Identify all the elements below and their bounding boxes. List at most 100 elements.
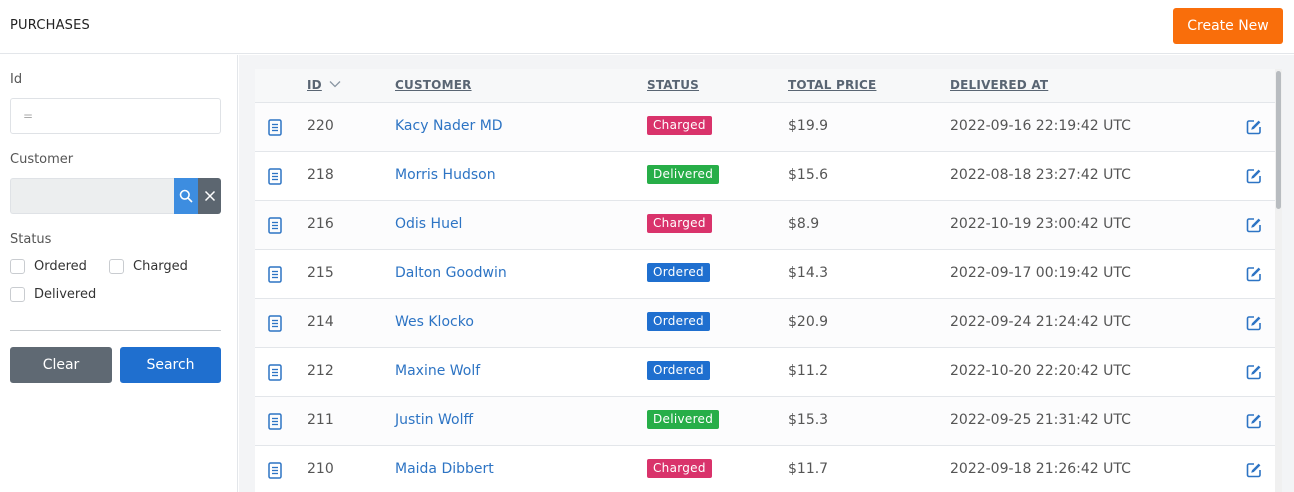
edit-icon[interactable]	[1246, 462, 1262, 482]
cell-total-price: $19.9	[788, 118, 829, 134]
checkbox-box[interactable]	[109, 259, 124, 274]
document-icon[interactable]	[268, 364, 282, 385]
document-icon[interactable]	[268, 315, 282, 336]
cell-id: 218	[307, 167, 334, 183]
status-filter-label: Status	[10, 232, 52, 247]
cell-delivered-at: 2022-09-16 22:19:42 UTC	[950, 118, 1131, 134]
checkbox-label: Ordered	[34, 259, 87, 274]
close-icon	[204, 190, 215, 202]
customer-filter-input[interactable]	[10, 178, 174, 214]
table-row[interactable]: 211 Justin Wolff Delivered $15.3 2022-09-25 …	[255, 397, 1275, 446]
document-icon[interactable]	[268, 217, 282, 238]
column-header-delivered-at[interactable]: DELIVERED AT	[950, 78, 1048, 92]
status-badge: Ordered	[647, 263, 710, 282]
table-row[interactable]: 214 Wes Klocko Ordered $20.9 2022-09-24 21:2…	[255, 299, 1275, 348]
cell-id: 211	[307, 412, 334, 428]
column-header-id[interactable]: ID	[307, 78, 322, 92]
purchases-table: ID CUSTOMER STATUS TOTAL PRICE DELIVERED…	[255, 69, 1275, 492]
cell-delivered-at: 2022-10-20 22:20:42 UTC	[950, 363, 1131, 379]
edit-icon[interactable]	[1246, 364, 1262, 384]
cell-id: 216	[307, 216, 334, 232]
cell-total-price: $20.9	[788, 314, 829, 330]
table-row[interactable]: 216 Odis Huel Charged $8.9 2022-10-19 23:00:…	[255, 201, 1275, 250]
cell-total-price: $14.3	[788, 265, 829, 281]
cell-id: 215	[307, 265, 334, 281]
cell-customer-link[interactable]: Dalton Goodwin	[395, 265, 507, 281]
customer-filter-label: Customer	[10, 152, 74, 167]
column-header-status[interactable]: STATUS	[647, 78, 699, 92]
customer-search-button[interactable]	[174, 178, 198, 214]
table-scrollbar[interactable]	[1275, 69, 1282, 492]
clear-button[interactable]: Clear	[10, 347, 112, 383]
table-row[interactable]: 218 Morris Hudson Delivered $15.6 2022-08-18…	[255, 152, 1275, 201]
status-badge: Delivered	[647, 165, 720, 184]
edit-icon[interactable]	[1246, 168, 1262, 188]
top-bar: PURCHASES Create New	[0, 0, 1294, 54]
checkbox-box[interactable]	[10, 287, 25, 302]
status-badge: Ordered	[647, 312, 710, 331]
edit-icon[interactable]	[1246, 217, 1262, 237]
filter-divider	[10, 330, 221, 331]
document-icon[interactable]	[268, 168, 282, 189]
document-icon[interactable]	[268, 266, 282, 287]
edit-icon[interactable]	[1246, 266, 1262, 286]
customer-clear-button[interactable]	[198, 178, 221, 214]
status-badge: Charged	[647, 116, 712, 135]
cell-customer-link[interactable]: Kacy Nader MD	[395, 118, 503, 134]
cell-id: 214	[307, 314, 334, 330]
main-content: ID CUSTOMER STATUS TOTAL PRICE DELIVERED…	[239, 55, 1294, 492]
status-charged-checkbox[interactable]: Charged	[109, 259, 188, 274]
document-icon[interactable]	[268, 119, 282, 140]
cell-delivered-at: 2022-09-25 21:31:42 UTC	[950, 412, 1131, 428]
cell-delivered-at: 2022-08-18 23:27:42 UTC	[950, 167, 1131, 183]
cell-total-price: $11.2	[788, 363, 829, 379]
cell-customer-link[interactable]: Maxine Wolf	[395, 363, 480, 379]
status-ordered-checkbox[interactable]: Ordered	[10, 259, 87, 274]
checkbox-box[interactable]	[10, 259, 25, 274]
document-icon[interactable]	[268, 413, 282, 434]
edit-icon[interactable]	[1246, 413, 1262, 433]
cell-total-price: $11.7	[788, 461, 829, 477]
status-delivered-checkbox[interactable]: Delivered	[10, 287, 96, 302]
filter-sidebar: Id = Customer Status Ordered Charged Del…	[0, 55, 238, 492]
cell-delivered-at: 2022-09-24 21:24:42 UTC	[950, 314, 1131, 330]
status-badge: Ordered	[647, 361, 710, 380]
checkbox-label: Delivered	[34, 287, 97, 302]
table-row[interactable]: 210 Maida Dibbert Charged $11.7 2022-09-18 2…	[255, 446, 1275, 492]
cell-delivered-at: 2022-10-19 23:00:42 UTC	[950, 216, 1131, 232]
document-icon[interactable]	[268, 462, 282, 483]
cell-delivered-at: 2022-09-17 00:19:42 UTC	[950, 265, 1131, 281]
cell-customer-link[interactable]: Justin Wolff	[395, 412, 473, 428]
cell-id: 220	[307, 118, 334, 134]
cell-total-price: $15.6	[788, 167, 829, 183]
search-icon	[179, 189, 193, 203]
id-filter-input[interactable]: =	[10, 98, 221, 134]
scrollbar-thumb[interactable]	[1276, 71, 1281, 209]
table-row[interactable]: 212 Maxine Wolf Ordered $11.2 2022-10-20 22:…	[255, 348, 1275, 397]
status-badge: Charged	[647, 214, 712, 233]
cell-customer-link[interactable]: Maida Dibbert	[395, 461, 494, 477]
status-badge: Delivered	[647, 410, 720, 429]
cell-id: 212	[307, 363, 334, 379]
chevron-down-icon[interactable]	[329, 80, 341, 88]
cell-customer-link[interactable]: Odis Huel	[395, 216, 462, 232]
table-row[interactable]: 220 Kacy Nader MD Charged $19.9 2022-09-16 2…	[255, 103, 1275, 152]
cell-total-price: $8.9	[788, 216, 820, 232]
status-badge: Charged	[647, 459, 712, 478]
cell-customer-link[interactable]: Morris Hudson	[395, 167, 496, 183]
column-header-customer[interactable]: CUSTOMER	[395, 78, 472, 92]
edit-icon[interactable]	[1246, 119, 1262, 139]
cell-customer-link[interactable]: Wes Klocko	[395, 314, 474, 330]
table-header: ID CUSTOMER STATUS TOTAL PRICE DELIVERED…	[255, 69, 1275, 103]
edit-icon[interactable]	[1246, 315, 1262, 335]
table-row[interactable]: 215 Dalton Goodwin Ordered $14.3 2022-09-17 …	[255, 250, 1275, 299]
create-new-button[interactable]: Create New	[1173, 8, 1283, 44]
page-title: PURCHASES	[10, 18, 91, 33]
column-header-total-price[interactable]: TOTAL PRICE	[788, 78, 876, 92]
checkbox-label: Charged	[133, 259, 188, 274]
cell-total-price: $15.3	[788, 412, 829, 428]
search-button[interactable]: Search	[120, 347, 221, 383]
id-filter-label: Id	[10, 72, 23, 87]
cell-delivered-at: 2022-09-18 21:26:42 UTC	[950, 461, 1131, 477]
cell-id: 210	[307, 461, 334, 477]
